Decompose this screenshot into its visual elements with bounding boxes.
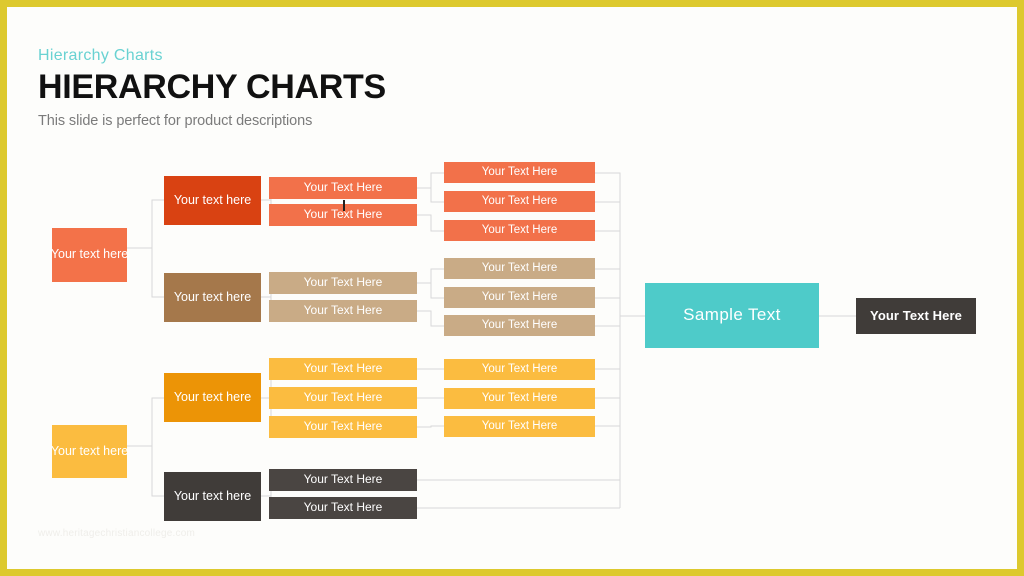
node-label: Your Text Here xyxy=(481,166,558,179)
text-caret xyxy=(343,200,345,211)
node-red-mid-1[interactable]: Your Text Here xyxy=(269,177,417,199)
node-label: Your Text Here xyxy=(481,262,558,275)
node-label: Your Text Here xyxy=(870,307,962,323)
node-label: Your text here xyxy=(173,389,252,404)
node-dark-mid-2[interactable]: Your Text Here xyxy=(269,497,417,519)
node-hub-sample-text[interactable]: Sample Text xyxy=(645,283,819,348)
node-label: Your Text Here xyxy=(303,419,383,434)
node-label: Your Text Here xyxy=(481,363,558,376)
node-amber-leaf-2[interactable]: Your Text Here xyxy=(444,388,595,409)
node-branch-dark[interactable]: Your text here xyxy=(164,472,261,521)
node-brown-leaf-3[interactable]: Your Text Here xyxy=(444,315,595,336)
node-label: Your Text Here xyxy=(481,319,558,332)
node-label: Your text here xyxy=(173,289,252,304)
node-tail-your-text-here[interactable]: Your Text Here xyxy=(856,298,976,334)
node-brown-mid-2[interactable]: Your Text Here xyxy=(269,300,417,322)
node-label: Your Text Here xyxy=(481,392,558,405)
node-amber-mid-3[interactable]: Your Text Here xyxy=(269,416,417,438)
node-label: Your Text Here xyxy=(303,303,383,318)
node-root-red[interactable]: Your text here xyxy=(50,228,129,282)
node-label: Your text here xyxy=(173,192,252,207)
node-amber-mid-2[interactable]: Your Text Here xyxy=(269,387,417,409)
node-label: Your text here xyxy=(50,443,129,458)
node-branch-red[interactable]: Your text here xyxy=(164,176,261,225)
node-label: Your Text Here xyxy=(481,224,558,237)
node-brown-mid-1[interactable]: Your Text Here xyxy=(269,272,417,294)
node-label: Your Text Here xyxy=(303,390,383,405)
node-amber-leaf-3[interactable]: Your Text Here xyxy=(444,416,595,437)
node-label: Your Text Here xyxy=(481,195,558,208)
node-amber-mid-1[interactable]: Your Text Here xyxy=(269,358,417,380)
node-amber-leaf-1[interactable]: Your Text Here xyxy=(444,359,595,380)
node-label: Your text here xyxy=(173,488,252,503)
slide-canvas: Hierarchy Charts HIERARCHY CHARTS This s… xyxy=(7,7,1017,569)
node-label: Your Text Here xyxy=(303,180,383,195)
node-label: Your Text Here xyxy=(303,275,383,290)
node-brown-leaf-1[interactable]: Your Text Here xyxy=(444,258,595,279)
node-root-amber[interactable]: Your text here xyxy=(50,425,129,478)
node-branch-amber[interactable]: Your text here xyxy=(164,373,261,422)
node-label: Your Text Here xyxy=(303,361,383,376)
node-label: Your Text Here xyxy=(303,500,383,515)
node-label: Your Text Here xyxy=(481,420,558,433)
node-dark-mid-1[interactable]: Your Text Here xyxy=(269,469,417,491)
node-label: Your Text Here xyxy=(481,291,558,304)
node-branch-brown[interactable]: Your text here xyxy=(164,273,261,322)
node-red-leaf-2[interactable]: Your Text Here xyxy=(444,191,595,212)
node-label: Your Text Here xyxy=(303,472,383,487)
node-red-leaf-1[interactable]: Your Text Here xyxy=(444,162,595,183)
node-brown-leaf-2[interactable]: Your Text Here xyxy=(444,287,595,308)
node-label: Your text here xyxy=(50,247,129,262)
node-label: Sample Text xyxy=(683,305,781,325)
node-red-leaf-3[interactable]: Your Text Here xyxy=(444,220,595,241)
watermark: www.heritagechristiancollege.com xyxy=(38,528,196,539)
hierarchy-diagram: Your text here Your text here Your text … xyxy=(7,7,1017,569)
